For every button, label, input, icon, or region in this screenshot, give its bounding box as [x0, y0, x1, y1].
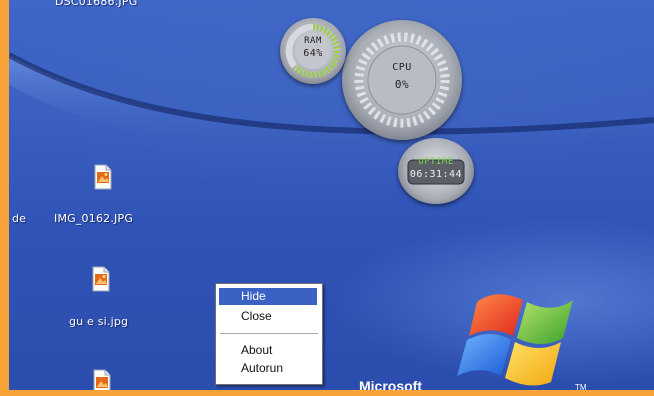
context-menu: Hide Close About Autorun: [215, 283, 323, 385]
desktop-icon-label[interactable]: DSC01686.JPG: [55, 0, 137, 8]
cpu-label: CPU: [392, 62, 412, 73]
desktop-icon-label[interactable]: IMG_0162.JPG: [54, 212, 133, 225]
uptime-label: UPTIME: [418, 157, 454, 167]
desktop: DSC01686.JPG de IMG_0162.JPG gu e si.jpg…: [9, 0, 654, 390]
uptime-gauge[interactable]: UPTIME 06:31:44: [398, 138, 474, 204]
jpg-file-icon[interactable]: [91, 266, 111, 292]
ram-label: RAM: [304, 36, 322, 46]
menu-item-autorun[interactable]: Autorun: [219, 360, 317, 377]
jpg-file-icon[interactable]: [93, 164, 113, 190]
microsoft-wordmark: Microsoft: [359, 378, 422, 390]
menu-item-hide[interactable]: Hide: [219, 288, 317, 305]
desktop-icon-label[interactable]: gu e si.jpg: [69, 315, 128, 328]
trademark-mark: TM: [575, 383, 587, 390]
desktop-icon-label-partial[interactable]: de: [12, 212, 26, 225]
jpg-file-icon[interactable]: [92, 369, 112, 390]
menu-item-about[interactable]: About: [219, 342, 317, 359]
ram-gauge[interactable]: RAM 64%: [280, 18, 346, 84]
ram-value: 64%: [303, 48, 323, 59]
menu-item-close[interactable]: Close: [219, 308, 317, 325]
menu-separator: [220, 333, 318, 334]
uptime-value: 06:31:44: [409, 169, 463, 180]
cpu-gauge[interactable]: CPU 0%: [342, 20, 462, 140]
windows-logo: [457, 294, 573, 386]
cpu-value: 0%: [394, 78, 410, 91]
